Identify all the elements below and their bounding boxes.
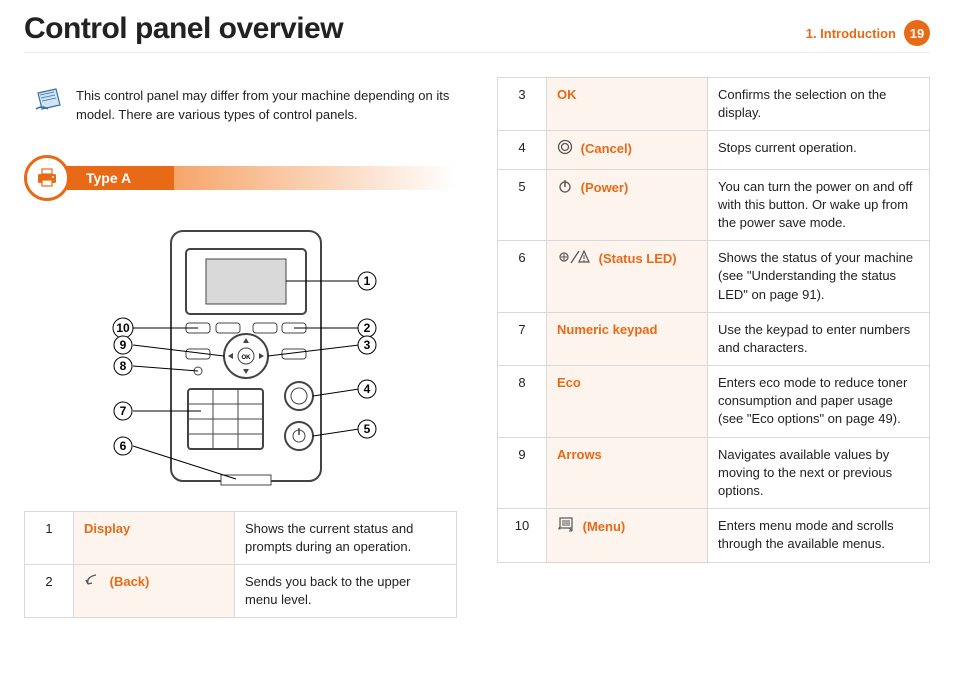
legend-desc: Enters menu mode and scrolls through the… xyxy=(708,509,930,562)
table-row: 2 (Back) Sends you back to the upper men… xyxy=(25,565,457,618)
note-icon xyxy=(34,87,66,115)
legend-desc: You can turn the power on and off with t… xyxy=(708,169,930,241)
power-icon xyxy=(557,182,577,197)
legend-desc: Enters eco mode to reduce toner consumpt… xyxy=(708,366,930,438)
section-heading: Type A xyxy=(24,155,457,201)
legend-desc: Shows the current status and prompts dur… xyxy=(235,511,457,564)
legend-name: Arrows xyxy=(547,437,708,509)
svg-text:6: 6 xyxy=(119,439,126,453)
note-box: This control panel may differ from your … xyxy=(34,87,457,125)
legend-table-right: 3 OK Confirms the selection on the displ… xyxy=(497,77,930,563)
note-text: This control panel may differ from your … xyxy=(76,87,457,125)
legend-name-text: (Back) xyxy=(110,574,150,589)
table-row: 1 Display Shows the current status and p… xyxy=(25,511,457,564)
svg-text:8: 8 xyxy=(119,359,126,373)
legend-num: 7 xyxy=(498,312,547,365)
legend-name: * (Menu) xyxy=(547,509,708,562)
legend-name: (Back) xyxy=(74,565,235,618)
legend-name: (Cancel) xyxy=(547,131,708,169)
legend-name-text: (Menu) xyxy=(583,519,626,534)
legend-name: OK xyxy=(547,78,708,131)
table-row: 10 * (Menu) Enters menu mode and scrolls… xyxy=(498,509,930,562)
legend-num: 9 xyxy=(498,437,547,509)
status-led-icon xyxy=(557,253,595,268)
svg-text:2: 2 xyxy=(363,321,370,335)
legend-num: 4 xyxy=(498,131,547,169)
svg-text:1: 1 xyxy=(363,274,370,288)
svg-text:5: 5 xyxy=(363,422,370,436)
legend-desc: Stops current operation. xyxy=(708,131,930,169)
legend-num: 5 xyxy=(498,169,547,241)
legend-num: 2 xyxy=(25,565,74,618)
right-column: 3 OK Confirms the selection on the displ… xyxy=(497,77,930,618)
table-row: 7 Numeric keypad Use the keypad to enter… xyxy=(498,312,930,365)
page-title: Control panel overview xyxy=(24,12,343,46)
legend-num: 10 xyxy=(498,509,547,562)
svg-text:9: 9 xyxy=(119,338,126,352)
cancel-icon xyxy=(557,143,577,158)
table-row: 8 Eco Enters eco mode to reduce toner co… xyxy=(498,366,930,438)
header: Control panel overview 1. Introduction 1… xyxy=(24,12,930,53)
legend-num: 6 xyxy=(498,241,547,313)
menu-icon: * xyxy=(557,521,579,536)
svg-text:OK: OK xyxy=(241,355,251,361)
legend-name-text: (Status LED) xyxy=(599,251,677,266)
legend-num: 1 xyxy=(25,511,74,564)
legend-name: (Status LED) xyxy=(547,241,708,313)
breadcrumb-text: 1. Introduction xyxy=(806,26,896,41)
legend-desc: Use the keypad to enter numbers and char… xyxy=(708,312,930,365)
legend-desc: Navigates available values by moving to … xyxy=(708,437,930,509)
content-columns: This control panel may differ from your … xyxy=(24,77,930,618)
legend-table-left: 1 Display Shows the current status and p… xyxy=(24,511,457,619)
legend-num: 8 xyxy=(498,366,547,438)
table-row: 6 (Status LED) Shows the status of your … xyxy=(498,241,930,313)
svg-text:10: 10 xyxy=(116,321,130,335)
legend-name-text: (Power) xyxy=(581,180,629,195)
svg-text:*: * xyxy=(558,527,561,533)
legend-desc: Confirms the selection on the display. xyxy=(708,78,930,131)
legend-name: Eco xyxy=(547,366,708,438)
svg-text:7: 7 xyxy=(119,404,126,418)
svg-text:3: 3 xyxy=(363,338,370,352)
legend-desc: Shows the status of your machine (see "U… xyxy=(708,241,930,313)
legend-name: Display xyxy=(74,511,235,564)
svg-text:4: 4 xyxy=(363,382,370,396)
table-row: 9 Arrows Navigates available values by m… xyxy=(498,437,930,509)
table-row: 5 (Power) You can turn the power on and … xyxy=(498,169,930,241)
legend-name-text: (Cancel) xyxy=(581,141,632,156)
section-label: Type A xyxy=(64,166,457,190)
page-number-badge: 19 xyxy=(904,20,930,46)
breadcrumb: 1. Introduction 19 xyxy=(806,20,930,46)
page: Control panel overview 1. Introduction 1… xyxy=(0,0,954,675)
legend-desc: Sends you back to the upper menu level. xyxy=(235,565,457,618)
printer-icon xyxy=(24,155,70,201)
back-icon xyxy=(84,575,106,590)
legend-name: (Power) xyxy=(547,169,708,241)
table-row: 4 (Cancel) Stops current operation. xyxy=(498,131,930,169)
legend-name: Numeric keypad xyxy=(547,312,708,365)
legend-num: 3 xyxy=(498,78,547,131)
table-row: 3 OK Confirms the selection on the displ… xyxy=(498,78,930,131)
left-column: This control panel may differ from your … xyxy=(24,77,457,618)
control-panel-diagram: OK xyxy=(24,221,457,501)
